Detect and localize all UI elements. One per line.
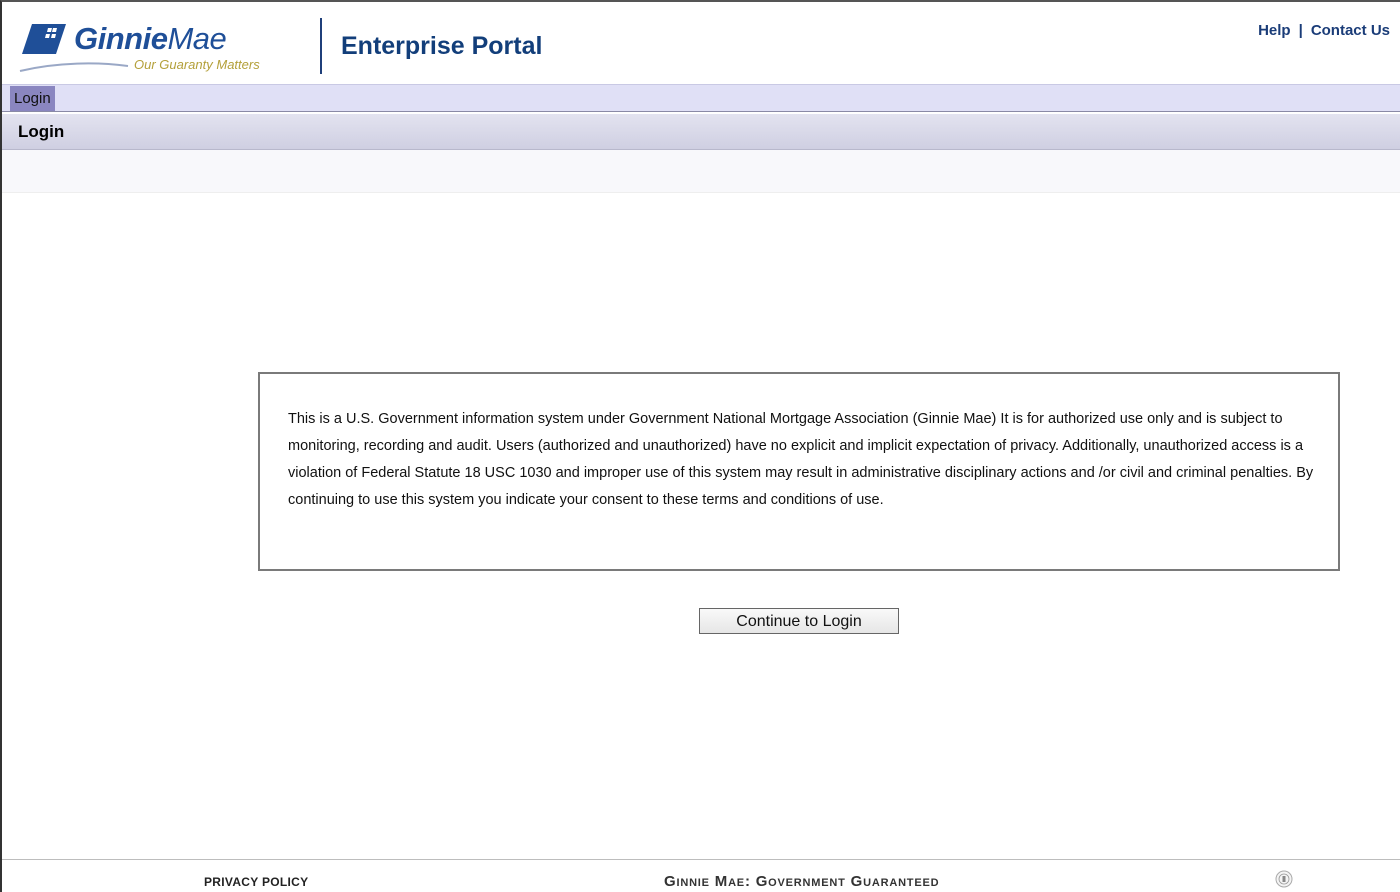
section-header: Login xyxy=(2,114,1400,150)
ginnie-mae-logo[interactable]: GinnieMae Our Guaranty Matters xyxy=(16,16,286,76)
notice-text: This is a U.S. Government information sy… xyxy=(288,411,1314,508)
section-title: Login xyxy=(18,122,65,141)
logo-name-light: Mae xyxy=(167,21,227,56)
logo-tagline: Our Guaranty Matters xyxy=(134,57,260,72)
app-title: Enterprise Portal xyxy=(341,32,543,60)
swoosh-icon xyxy=(19,62,129,72)
header: GinnieMae Our Guaranty Matters Enterpris… xyxy=(2,2,1400,82)
contact-us-link[interactable]: Contact Us xyxy=(1311,22,1390,39)
tab-login[interactable]: Login xyxy=(10,86,55,111)
help-link[interactable]: Help xyxy=(1258,22,1291,39)
header-divider xyxy=(320,18,322,74)
logo-mark-icon xyxy=(22,24,66,54)
top-links: Help | Contact Us xyxy=(1258,22,1390,39)
continue-to-login-button[interactable]: Continue to Login xyxy=(699,608,899,634)
link-separator: | xyxy=(1298,22,1303,39)
sub-header-strip xyxy=(2,150,1400,193)
logo-wordmark: GinnieMae xyxy=(74,21,227,56)
logo-name-bold: Ginnie xyxy=(74,21,168,56)
footer-divider xyxy=(2,859,1400,860)
security-notice: This is a U.S. Government information sy… xyxy=(258,372,1340,571)
seal-icon xyxy=(1275,870,1293,888)
privacy-policy-link[interactable]: PRIVACY POLICY xyxy=(204,875,308,889)
footer-slogan: Ginnie Mae: Government Guaranteed xyxy=(664,873,940,890)
nav-bar: Login xyxy=(2,84,1400,112)
